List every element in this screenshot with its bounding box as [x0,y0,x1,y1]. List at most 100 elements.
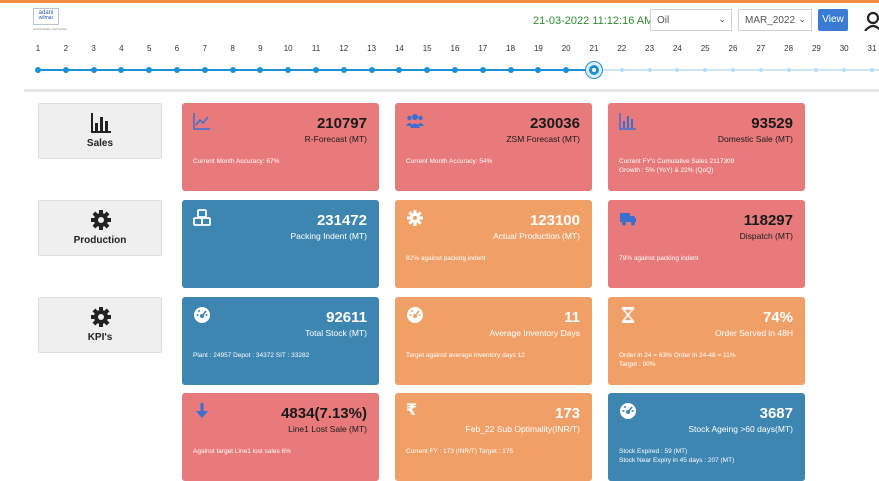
sub-optimality-value: 173 [554,405,580,422]
packing-indent-label: Packing Indent (MT) [290,231,367,241]
timeline-day-marker[interactable] [479,67,486,73]
company-logo[interactable]: adani wilmar [33,8,59,25]
timeline-day-marker[interactable] [229,67,236,73]
sub-optimality-label: Feb_22 Sub Optimality(INR/T) [465,424,580,434]
timeline-day-label: 19 [533,44,543,53]
gear-icon [407,210,423,226]
timeline-day-label: 23 [645,44,655,53]
timeline-day-label: 25 [700,44,710,53]
timeline-day-marker[interactable] [35,67,41,73]
timeline-day-marker[interactable] [257,67,264,73]
logo-tagline: Sustainability, partnership [33,27,68,31]
timeline-day-marker[interactable] [842,68,847,72]
timeline-day-marker[interactable] [814,68,819,72]
timeline-day-label: 10 [283,44,293,53]
timeline-day-marker[interactable] [62,67,69,73]
timeline-day-label: 14 [394,44,404,53]
view-button[interactable]: View [818,9,848,31]
timeline-day-marker[interactable] [313,67,319,73]
actual-production-value: 123100 [529,212,580,229]
total-stock-card[interactable]: 92611 Total Stock (MT) Plant : 24957 Dep… [182,297,379,385]
timeline-day-marker[interactable] [118,67,125,73]
timeline-day-label: 29 [811,44,821,53]
r-forecast-card[interactable]: 210797 R-Forecast (MT) Current Month Acc… [182,103,379,191]
timeline-day-label: 22 [617,44,627,53]
product-select[interactable]: Oil ⌄ [650,9,732,31]
dashboard-gauge-icon [620,403,636,419]
order-served-label: Order Served in 48H [715,328,793,338]
line1-lost-sale-value: 4834(7.13%) [281,405,367,422]
average-inventory-days-target: Target against average inventory days 12 [406,352,525,359]
dispatch-note: 79% against packing indent [619,255,699,262]
timeline-day-marker[interactable] [285,67,292,73]
total-stock-value: 92611 [326,309,367,326]
user-icon[interactable] [863,11,879,31]
timeline-day-marker[interactable] [786,68,791,72]
zsm-forecast-card[interactable]: 230036 ZSM Forecast (MT) Current Month A… [395,103,592,191]
packing-indent-card[interactable]: 231472 Packing Indent (MT) [182,200,379,288]
timeline-day-marker[interactable] [703,68,708,72]
kpis-category-button[interactable]: KPI's [38,297,162,353]
month-select[interactable]: MAR_2022 ⌄ [738,9,812,31]
gear-icon [91,210,111,230]
timeline-day-label: 24 [672,44,682,53]
r-forecast-value: 210797 [316,115,367,132]
domestic-sale-card[interactable]: 93529 Domestic Sale (MT) Current FY's Cu… [608,103,805,191]
production-category-button[interactable]: Production [38,200,162,256]
timeline-day-marker[interactable] [174,67,180,73]
timeline-day-marker[interactable] [758,68,763,72]
timeline-day-marker[interactable] [368,67,375,73]
timeline-day-label: 7 [202,44,208,53]
dispatch-value: 118297 [743,212,793,229]
timeline-day-marker[interactable] [563,67,570,73]
timeline-day-marker[interactable] [731,68,735,72]
total-stock-breakdown: Plant : 24957 Depot : 34372 SIT : 33282 [193,352,310,359]
line-chart-icon [193,113,210,130]
timeline-day-marker[interactable] [340,67,347,73]
sub-optimality-details: Current FY : 173 (INR/T) Target : 175 [406,448,514,455]
dashboard-gauge-icon [194,307,210,323]
actual-production-note: 82% against packing indent [406,255,486,262]
sub-optimality-card[interactable]: ₹ 173 Feb_22 Sub Optimality(INR/T) Curre… [395,393,592,481]
actual-production-card[interactable]: 123100 Actual Production (MT) 82% agains… [395,200,592,288]
average-inventory-days-card[interactable]: 11 Average Inventory Days Target against… [395,297,592,385]
timeline-day-marker[interactable] [870,68,874,72]
chevron-down-icon: ⌄ [718,14,726,24]
timeline-day-label: 13 [367,44,377,53]
r-forecast-accuracy: Current Month Accuracy: 67% [193,158,280,165]
line1-lost-sale-card[interactable]: 4834(7.13%) Line1 Lost Sale (MT) Against… [182,393,379,481]
timeline-day-marker[interactable] [507,67,514,73]
timeline-day-marker[interactable] [424,67,431,73]
zsm-forecast-accuracy: Current Month Accuracy: 54% [406,158,493,165]
stock-ageing-card[interactable]: 3687 Stock Ageing >60 days(MT) Stock Exp… [608,393,805,481]
timeline-day-label: 1 [35,44,41,53]
average-inventory-days-label: Average Inventory Days [489,328,580,338]
divider [24,89,879,92]
order-served-value: 74% [762,309,793,326]
dispatch-label: Dispatch (MT) [739,231,793,241]
order-served-card[interactable]: 74% Order Served in 48H Order in 24 = 63… [608,297,805,385]
timeline-day-marker[interactable] [396,67,403,73]
timeline-day-marker[interactable] [535,67,542,73]
timeline-day-label: 18 [506,44,516,53]
day-timeline[interactable]: 1 2 3 4 5 6 7 8 9 10 11 12 13 14 15 16 17 18 19 20 21 22 23 24 2… [0,44,879,84]
timeline-day-label: 3 [91,44,96,53]
dispatch-card[interactable]: 118297 Dispatch (MT) 79% against packing… [608,200,805,288]
timeline-day-marker[interactable] [452,67,458,73]
timeline-day-marker[interactable] [146,67,153,73]
timeline-day-label: 17 [478,44,488,53]
timeline-current-day-marker[interactable] [586,62,602,78]
timeline-day-label: 5 [146,44,152,53]
stock-ageing-label: Stock Ageing >60 days(MT) [688,424,793,434]
timeline-day-marker[interactable] [201,67,208,73]
sales-category-button[interactable]: Sales [38,103,162,159]
timeline-day-marker[interactable] [675,68,680,72]
timeline-day-label: 27 [756,44,766,53]
timeline-remaining [594,69,879,71]
timeline-day-label: 31 [867,44,877,53]
timeline-day-marker[interactable] [647,68,652,72]
timeline-day-marker[interactable] [619,68,624,72]
timeline-day-marker[interactable] [90,67,97,73]
actual-production-label: Actual Production (MT) [493,231,580,241]
gear-icon [91,307,111,327]
